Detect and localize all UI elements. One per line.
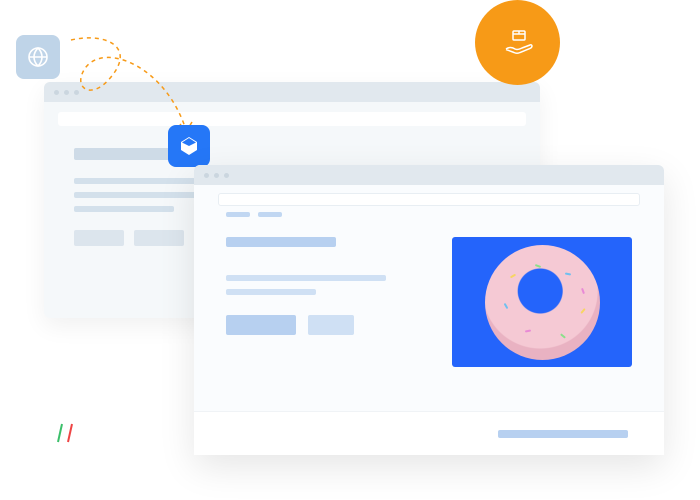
- donut-image: [485, 245, 600, 360]
- front-browser-window: [194, 165, 664, 455]
- front-left-column: [226, 237, 422, 367]
- logo-icon: [177, 134, 201, 158]
- sprinkle: [524, 329, 530, 332]
- hero-image-frame: [452, 237, 632, 367]
- front-address-bar: [218, 193, 640, 206]
- placeholder-line: [74, 206, 174, 212]
- delivery-badge: [475, 0, 560, 85]
- sprinkle: [580, 308, 585, 314]
- sprinkle: [534, 264, 540, 268]
- placeholder-button: [134, 230, 184, 246]
- sprinkle: [503, 302, 508, 308]
- delivery-icon: [500, 25, 536, 61]
- front-titlebar: [194, 165, 664, 185]
- placeholder-line: [226, 289, 316, 295]
- sprinkle: [581, 287, 585, 293]
- sprinkle: [509, 273, 515, 278]
- placeholder-button: [74, 230, 124, 246]
- placeholder-line: [226, 275, 386, 281]
- window-dot: [214, 173, 219, 178]
- placeholder-cta-primary: [226, 315, 296, 335]
- sprinkle: [564, 272, 570, 275]
- front-footer: [194, 411, 664, 455]
- sprinkle: [560, 333, 566, 338]
- globe-icon: [26, 45, 50, 69]
- front-body: [194, 229, 664, 367]
- accent-marks: [56, 420, 86, 450]
- placeholder-footer-line: [498, 430, 628, 438]
- breadcrumbs: [226, 212, 632, 217]
- window-dot: [204, 173, 209, 178]
- placeholder-cta-secondary: [308, 315, 354, 335]
- window-dot: [224, 173, 229, 178]
- crumb: [258, 212, 282, 217]
- crumb: [226, 212, 250, 217]
- logo-badge: [168, 125, 210, 167]
- cta-row: [226, 315, 422, 335]
- placeholder-title: [226, 237, 336, 247]
- globe-badge: [16, 35, 60, 79]
